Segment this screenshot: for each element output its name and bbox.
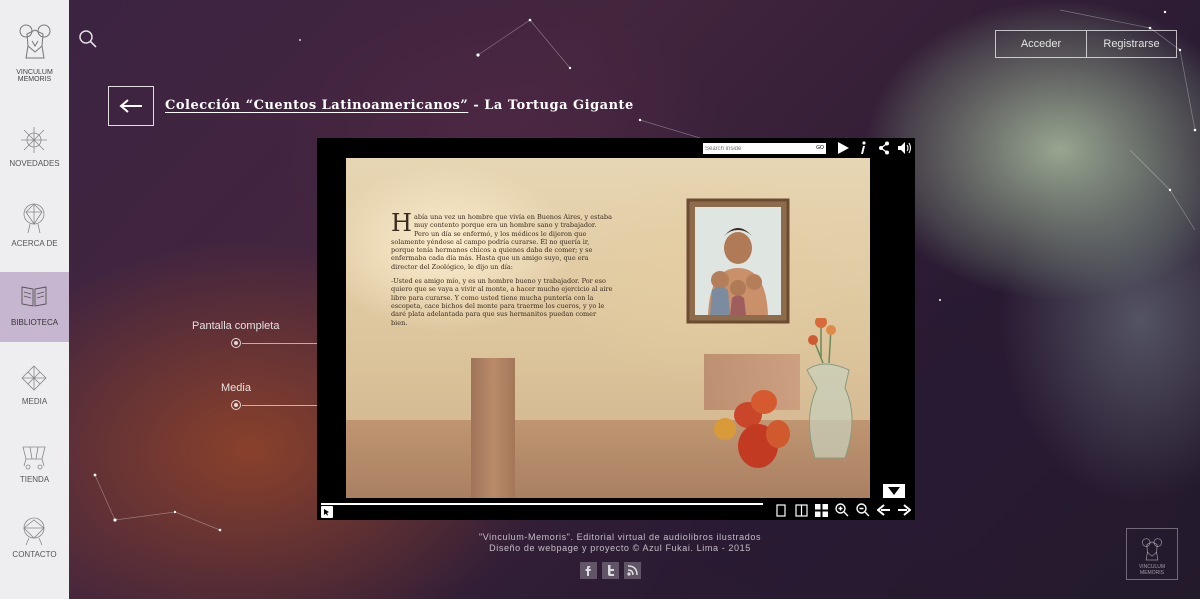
drop-cap: H [391,209,412,237]
book-viewer: GO Había una vez un hombre que [317,138,915,520]
sidebar-item-label: BIBLIOTECA [10,318,59,327]
shop-icon [22,446,46,470]
footer: "Vinculum-Memoris". Editorial virtual de… [380,532,860,554]
sidebar: VINCULUM MEMORIS NOVEDADES ACERCA DE BIB… [0,0,69,599]
twitter-button[interactable] [602,562,619,579]
search-button[interactable] [78,29,98,54]
previous-page-icon[interactable] [877,504,891,516]
volume-icon[interactable] [897,141,912,155]
thumbnails-icon[interactable] [815,504,828,517]
breadcrumb-separator: - [468,98,485,113]
sidebar-item-label: TIENDA [19,475,50,484]
corner-brand-logo: VINCULUM MEMORIS [1126,528,1178,580]
fullscreen-label: Pantalla completa [192,320,280,332]
sidebar-item-contacto[interactable]: CONTACTO [0,510,69,580]
triangle-down-icon [888,487,900,495]
sidebar-item-novedades[interactable]: NOVEDADES [0,118,69,188]
illustration-table [346,420,870,498]
media-icon [21,365,47,391]
brand-logo[interactable]: VINCULUM MEMORIS [0,22,69,83]
breadcrumb: Colección “Cuentos Latinoamericanos” - L… [165,98,634,113]
fullscreen-toggle[interactable] [231,338,241,348]
page-progress-bar[interactable] [321,503,763,505]
illustration-portrait [686,198,790,324]
fullscreen-connector [242,343,317,344]
story-paragraph-1: abía una vez un hombre que vivía en Buen… [391,213,612,271]
page-title: La Tortuga Gigante [484,98,634,113]
sidebar-item-acerca-de[interactable]: ACERCA DE [0,196,69,266]
logo-label: VINCULUM MEMORIS [16,69,53,83]
contact-icon [23,517,45,546]
rss-button[interactable] [624,562,641,579]
story-paragraph-2: -Usted es amigo mío, y es un hombre buen… [391,277,613,327]
viewer-search-go-button[interactable]: GO [814,143,826,154]
facebook-button[interactable] [580,562,597,579]
book-icon [21,286,47,307]
illustration-pepper [766,420,790,448]
hand-cursor-icon [324,509,329,516]
story-paragraph: Había una vez un hombre que vivía en Bue… [391,209,613,271]
double-page-icon[interactable] [795,504,808,517]
sidebar-item-label: CONTACTO [12,550,57,559]
sidebar-item-tienda[interactable]: TIENDA [0,434,69,504]
media-label: Media [221,382,251,394]
network-icon [23,203,45,234]
arrow-left-icon [119,99,142,113]
back-button[interactable] [108,86,154,126]
register-button[interactable]: Registrarse [1087,31,1176,57]
footer-line-2: Diseño de webpage y proyecto © Azul Fuka… [489,543,751,553]
breadcrumb-collection-link[interactable]: Colección “Cuentos Latinoamericanos” [165,98,468,113]
login-button[interactable]: Acceder [996,31,1086,57]
sidebar-item-media[interactable]: MEDIA [0,356,69,426]
search-icon [79,30,97,48]
media-toggle[interactable] [231,400,241,410]
single-page-icon[interactable] [776,504,786,517]
illustration-flower-vase [806,318,853,459]
sidebar-item-label: MEDIA [21,397,48,406]
play-icon[interactable] [836,141,850,155]
koala-logo-icon [19,24,50,59]
footer-line-1: "Vinculum-Memoris". Editorial virtual de… [478,532,762,542]
viewer-search-input[interactable] [703,143,814,154]
sidebar-item-label: NOVEDADES [9,159,60,168]
illustration-orange [714,418,736,440]
media-connector [242,405,317,406]
rss-icon [627,565,638,576]
auth-box: Acceder Registrarse [995,30,1177,58]
zoom-in-icon[interactable] [835,503,849,517]
corner-logo-label: VINCULUM MEMORIS [1138,564,1166,576]
page-story-text: Había una vez un hombre que vivía en Bue… [391,209,613,333]
share-icon[interactable] [878,141,890,155]
sidebar-item-biblioteca[interactable]: BIBLIOTECA [0,272,69,342]
illustration-tomato [751,390,777,414]
koala-logo-icon [1141,538,1163,561]
facebook-icon [585,566,591,576]
sparkle-icon [21,127,47,153]
page-progress-handle[interactable] [321,506,333,518]
illustration-chair [471,358,515,498]
info-icon[interactable] [858,141,868,155]
zoom-out-icon[interactable] [856,503,870,517]
book-page-spread[interactable]: Había una vez un hombre que vivía en Bue… [346,158,870,498]
sidebar-item-label: ACERCA DE [11,239,58,248]
twitter-icon [608,565,614,576]
scroll-down-button[interactable] [883,484,905,498]
next-page-icon[interactable] [897,504,911,516]
